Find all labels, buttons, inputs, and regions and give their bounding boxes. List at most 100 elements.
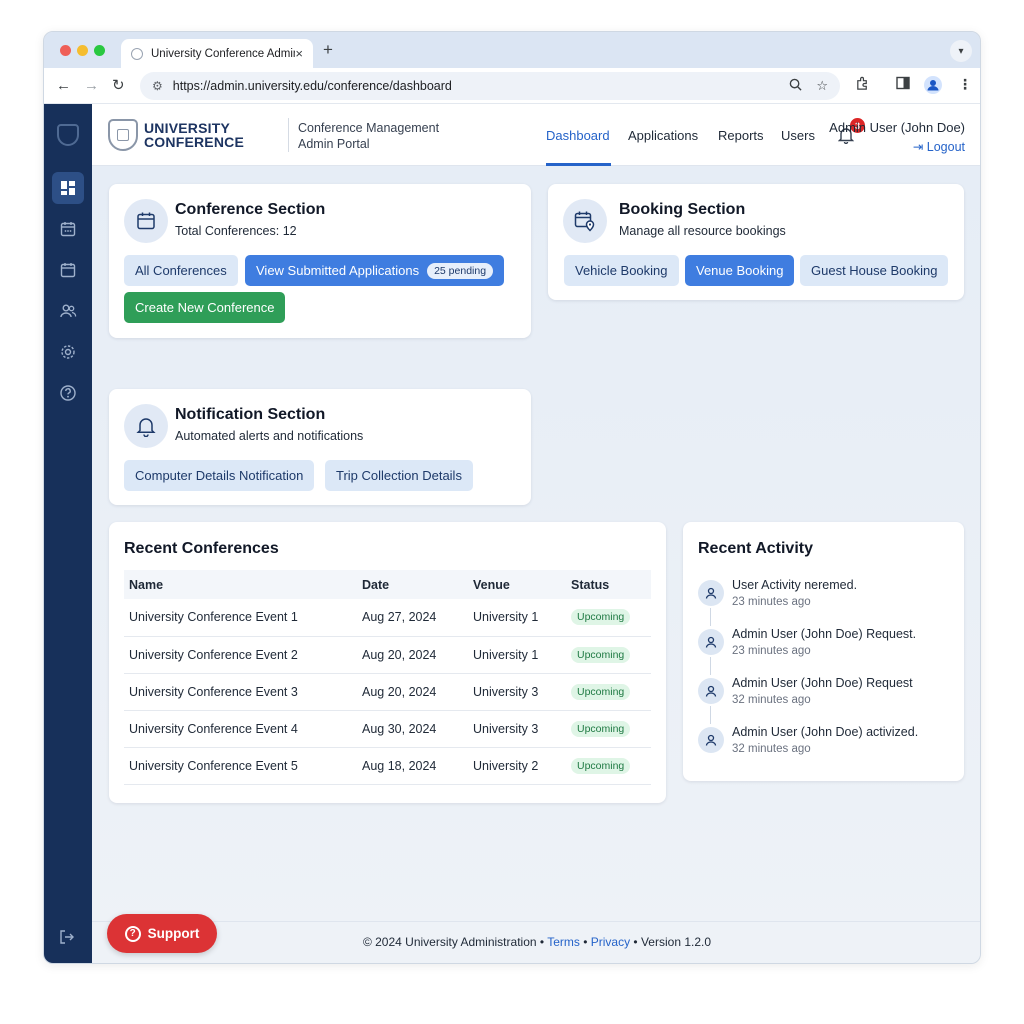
conference-venue: University 1: [468, 636, 566, 674]
tab-title: University Conference Admin: [151, 47, 296, 60]
tab-close-icon[interactable]: ×: [295, 46, 303, 61]
maximize-window-button[interactable]: [94, 45, 105, 56]
conference-venue: University 3: [468, 710, 566, 748]
activity-item[interactable]: User Activity neremed. 23 minutes ago: [698, 578, 958, 626]
url-field[interactable]: ⚙ https://admin.university.edu/conferenc…: [140, 72, 840, 100]
brand-divider: [288, 118, 289, 152]
nav-dashboard[interactable]: Dashboard: [546, 128, 610, 143]
nav-applications[interactable]: Applications: [628, 128, 698, 143]
computer-details-notification-button[interactable]: Computer Details Notification: [124, 460, 315, 491]
conference-date: Aug 20, 2024: [357, 673, 468, 711]
booking-section-card: Booking Section Manage all resource book…: [548, 184, 964, 300]
vehicle-booking-button[interactable]: Vehicle Booking: [564, 255, 679, 286]
activity-time: 32 minutes ago: [732, 743, 811, 755]
table-row[interactable]: University Conference Event 2 Aug 20, 20…: [124, 636, 651, 674]
activity-item[interactable]: Admin User (John Doe) activized. 32 minu…: [698, 725, 958, 765]
conference-name: University Conference Event 5: [124, 747, 357, 785]
privacy-link[interactable]: Privacy: [591, 935, 630, 949]
conference-venue: University 1: [468, 599, 566, 637]
venue-booking-button[interactable]: Venue Booking: [685, 255, 795, 286]
terms-link[interactable]: Terms: [547, 935, 580, 949]
booking-section-subtitle: Manage all resource bookings: [619, 224, 786, 238]
zoom-icon[interactable]: [789, 78, 802, 94]
side-panel-icon[interactable]: [896, 76, 910, 93]
table-row[interactable]: University Conference Event 1 Aug 27, 20…: [124, 599, 651, 637]
tab-bar: University Conference Admin × + ▾: [44, 32, 980, 68]
conference-total: Total Conferences: 12: [175, 224, 297, 238]
profile-avatar-icon[interactable]: [924, 76, 942, 97]
app-header: UNIVERSITY CONFERENCE Conference Managem…: [92, 104, 980, 166]
brand-name[interactable]: UNIVERSITY CONFERENCE: [144, 121, 244, 149]
schedule-icon[interactable]: [52, 254, 84, 286]
user-name: Admin User (John Doe): [829, 120, 965, 135]
activity-item[interactable]: Admin User (John Doe) Request 32 minutes…: [698, 676, 958, 724]
forward-arrow-icon[interactable]: →: [84, 75, 99, 97]
conference-venue: University 3: [468, 673, 566, 711]
conference-name: University Conference Event 2: [124, 636, 357, 674]
table-header-row: Name Date Venue Status: [124, 570, 651, 599]
recent-conferences-title: Recent Conferences: [124, 540, 279, 557]
table-row[interactable]: University Conference Event 5 Aug 18, 20…: [124, 747, 651, 785]
url-text[interactable]: https://admin.university.edu/conference/…: [173, 79, 776, 93]
column-header[interactable]: Date: [357, 570, 468, 599]
logout-link[interactable]: ⇥ Logout: [913, 139, 965, 154]
dashboard-content: Conference Section Total Conferences: 12…: [92, 166, 980, 963]
settings-gear-icon[interactable]: [52, 336, 84, 368]
close-window-button[interactable]: [60, 45, 71, 56]
all-conferences-button[interactable]: All Conferences: [124, 255, 238, 286]
conference-date: Aug 20, 2024: [357, 636, 468, 674]
user-avatar-icon: [698, 727, 724, 753]
reload-icon[interactable]: ↻: [112, 75, 125, 97]
activity-item[interactable]: Admin User (John Doe) Request. 23 minute…: [698, 627, 958, 675]
table-row[interactable]: University Conference Event 3 Aug 20, 20…: [124, 673, 651, 711]
sign-out-icon[interactable]: [58, 928, 76, 951]
conference-section-title: Conference Section: [175, 201, 326, 218]
table-row[interactable]: University Conference Event 4 Aug 30, 20…: [124, 710, 651, 748]
bookmark-star-icon[interactable]: ☆: [816, 78, 828, 94]
back-arrow-icon[interactable]: ←: [56, 75, 71, 97]
tab-search-dropdown-icon[interactable]: ▾: [950, 40, 972, 62]
users-icon[interactable]: [52, 295, 84, 327]
support-button[interactable]: ? Support: [107, 914, 217, 953]
notification-section-subtitle: Automated alerts and notifications: [175, 429, 364, 443]
column-header[interactable]: Venue: [468, 570, 566, 599]
browser-tab[interactable]: University Conference Admin ×: [121, 39, 313, 68]
recent-conferences-table: Name Date Venue Status University Confer…: [124, 570, 651, 785]
address-bar: ← → ↻ ⚙ https://admin.university.edu/con…: [44, 68, 980, 104]
activity-time: 23 minutes ago: [732, 645, 811, 657]
status-badge: Upcoming: [571, 720, 631, 737]
booking-section-title: Booking Section: [619, 201, 746, 218]
new-tab-button[interactable]: +: [323, 41, 333, 59]
minimize-window-button[interactable]: [77, 45, 88, 56]
university-crest-icon: [108, 119, 138, 151]
column-header[interactable]: Status: [566, 570, 651, 599]
footer-copyright: © 2024 University Administration: [362, 935, 537, 949]
trip-collection-details-button[interactable]: Trip Collection Details: [325, 460, 473, 491]
conference-name: University Conference Event 4: [124, 710, 357, 748]
view-submitted-applications-button[interactable]: View Submitted Applications 25 pending: [245, 255, 505, 286]
timeline-connector: [710, 706, 711, 724]
nav-reports[interactable]: Reports: [718, 128, 764, 143]
activity-time: 32 minutes ago: [732, 694, 811, 706]
conference-name: University Conference Event 1: [124, 599, 357, 637]
activity-text: User Activity neremed.: [732, 578, 858, 592]
status-badge: Upcoming: [571, 683, 631, 700]
browser-menu-icon[interactable]: ⋮: [958, 76, 972, 93]
calendar-location-icon: [563, 199, 607, 243]
recent-activity-card: Recent Activity User Activity neremed. 2…: [683, 522, 964, 781]
dashboard-icon[interactable]: [52, 172, 84, 204]
conference-date: Aug 18, 2024: [357, 747, 468, 785]
status-badge: Upcoming: [571, 646, 631, 663]
create-new-conference-button[interactable]: Create New Conference: [124, 292, 286, 323]
help-icon[interactable]: [52, 377, 84, 409]
calendar-icon[interactable]: [52, 213, 84, 245]
user-avatar-icon: [698, 580, 724, 606]
nav-users[interactable]: Users: [781, 128, 815, 143]
guest-house-booking-button[interactable]: Guest House Booking: [800, 255, 949, 286]
sidebar: [44, 104, 92, 963]
column-header[interactable]: Name: [124, 570, 357, 599]
extensions-icon[interactable]: [855, 76, 870, 94]
activity-text: Admin User (John Doe) Request: [732, 676, 913, 690]
university-crest-icon: [57, 124, 79, 146]
site-settings-icon[interactable]: ⚙: [152, 79, 163, 93]
